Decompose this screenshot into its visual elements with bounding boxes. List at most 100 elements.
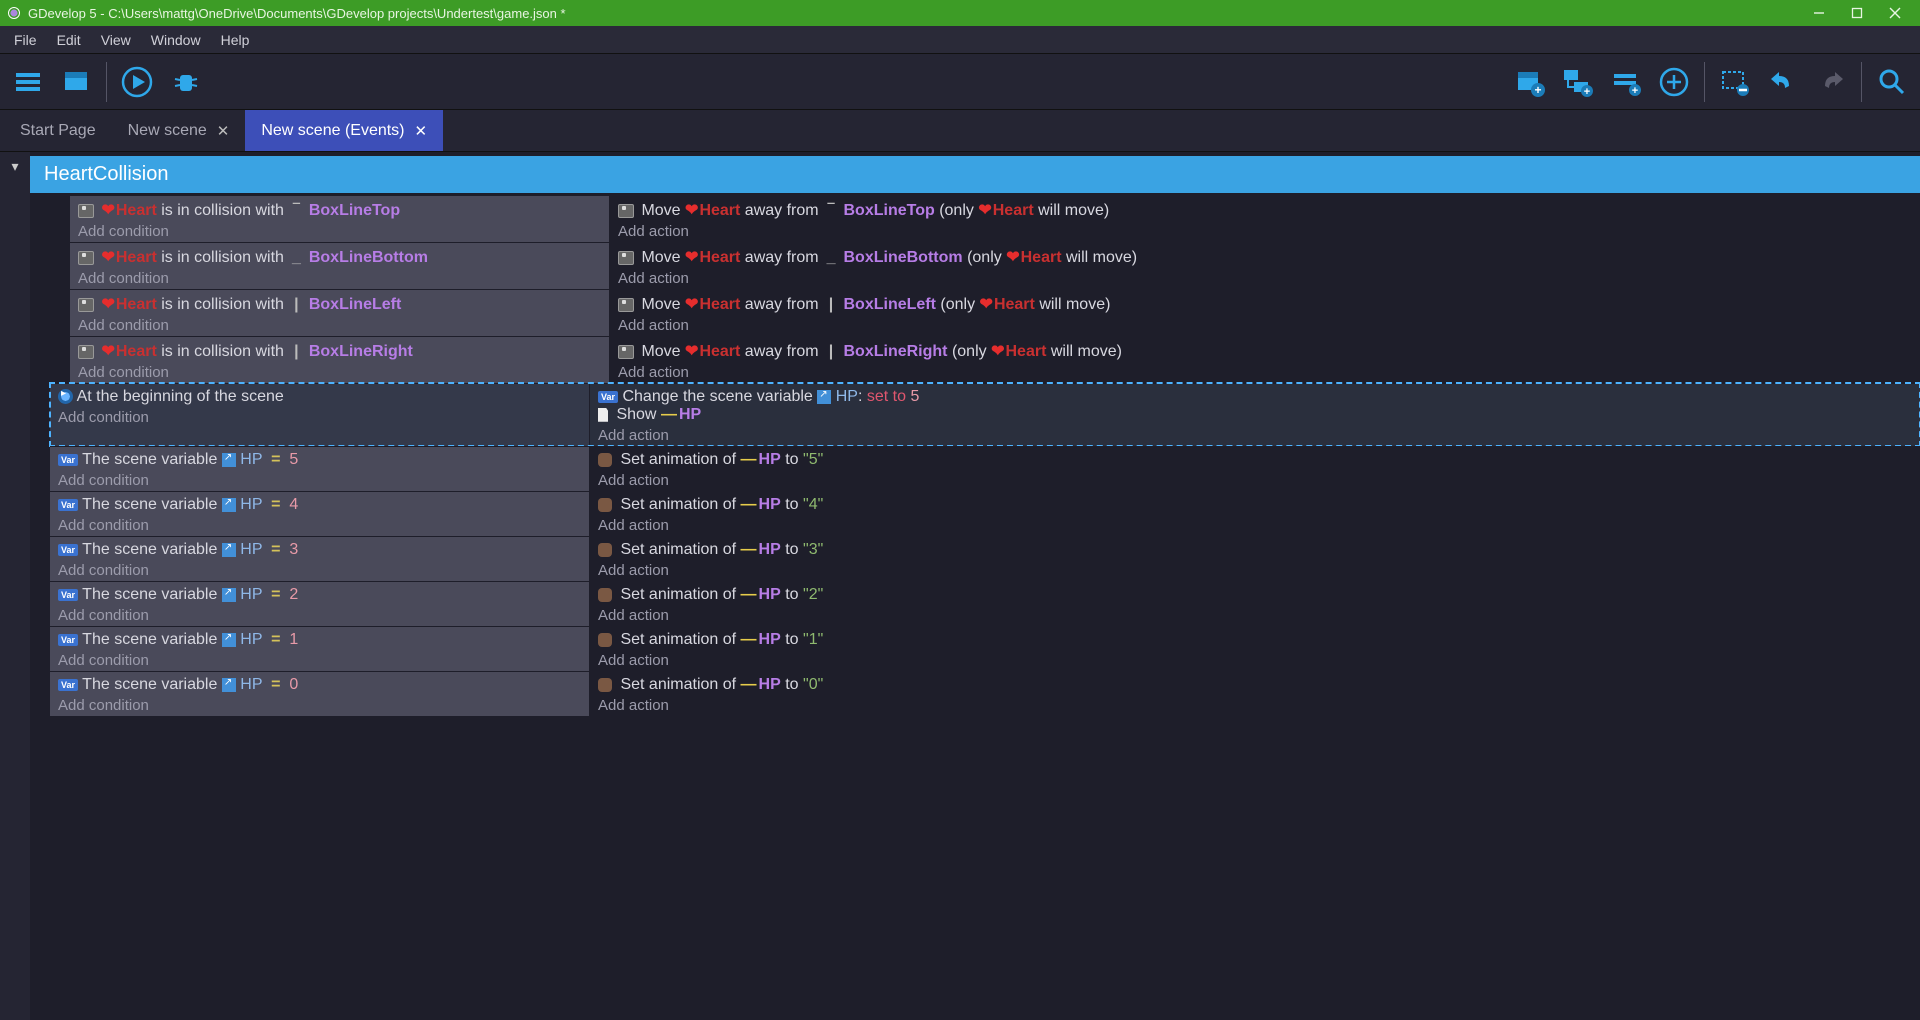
condition-line[interactable]: Var The scene variable HP = 0	[58, 676, 581, 694]
add-comment-button[interactable]: +	[1604, 60, 1648, 104]
add-action-link[interactable]: Add action	[598, 472, 1912, 489]
event-group-header[interactable]: HeartCollision	[30, 156, 1920, 193]
condition-line[interactable]: At the beginning of the scene	[58, 388, 581, 406]
minimize-button[interactable]	[1800, 0, 1838, 26]
action-line[interactable]: Move Heart away from ‾ BoxLineTop (only …	[618, 200, 1912, 220]
add-event-button[interactable]: +	[1508, 60, 1552, 104]
conditions-column[interactable]: Var The scene variable HP = 3 Add condit…	[50, 536, 590, 581]
add-condition-link[interactable]: Add condition	[58, 652, 581, 669]
add-condition-link[interactable]: Add condition	[58, 607, 581, 624]
condition-line[interactable]: Var The scene variable HP = 2	[58, 586, 581, 604]
add-condition-link[interactable]: Add condition	[78, 364, 601, 381]
actions-column[interactable]: Move Heart away from ‾ BoxLineTop (only …	[610, 195, 1920, 242]
event-row[interactable]: Var The scene variable HP = 4 Add condit…	[50, 491, 1920, 536]
action-line[interactable]: Move Heart away from | BoxLineLeft (only…	[618, 294, 1912, 314]
actions-column[interactable]: Move Heart away from | BoxLineRight (onl…	[610, 336, 1920, 383]
conditions-column[interactable]: Var The scene variable HP = 0 Add condit…	[50, 671, 590, 716]
close-window-button[interactable]	[1876, 0, 1914, 26]
action-line[interactable]: Move Heart away from | BoxLineRight (onl…	[618, 341, 1912, 361]
condition-line[interactable]: Var The scene variable HP = 1	[58, 631, 581, 649]
actions-column[interactable]: Set animation of HP to "4" Add action	[590, 491, 1920, 536]
event-row[interactable]: At the beginning of the scene Add condit…	[50, 383, 1920, 446]
condition-line[interactable]: Var The scene variable HP = 5	[58, 451, 581, 469]
add-action-link[interactable]: Add action	[618, 270, 1912, 287]
add-action-link[interactable]: Add action	[618, 364, 1912, 381]
action-line[interactable]: Set animation of HP to "4"	[598, 496, 1912, 514]
condition-line[interactable]: Var The scene variable HP = 3	[58, 541, 581, 559]
action-line[interactable]: Show HP	[598, 406, 1912, 424]
menu-file[interactable]: File	[4, 28, 47, 52]
event-row[interactable]: Var The scene variable HP = 2 Add condit…	[50, 581, 1920, 626]
actions-column[interactable]: Set animation of HP to "0" Add action	[590, 671, 1920, 716]
event-row[interactable]: Var The scene variable HP = 0 Add condit…	[50, 671, 1920, 716]
actions-column[interactable]: Var Change the scene variable HP: set to…	[590, 383, 1920, 446]
event-row[interactable]: Heart is in collision with | BoxLineRigh…	[70, 336, 1920, 383]
menu-help[interactable]: Help	[211, 28, 260, 52]
condition-line[interactable]: Heart is in collision with ‾ BoxLineTop	[78, 200, 601, 220]
export-button[interactable]	[54, 60, 98, 104]
tab-new-scene[interactable]: New scene ✕	[112, 110, 246, 151]
action-line[interactable]: Set animation of HP to "2"	[598, 586, 1912, 604]
add-action-link[interactable]: Add action	[598, 652, 1912, 669]
tab-start-page[interactable]: Start Page	[4, 110, 112, 151]
actions-column[interactable]: Set animation of HP to "3" Add action	[590, 536, 1920, 581]
action-line[interactable]: Set animation of HP to "0"	[598, 676, 1912, 694]
add-action-link[interactable]: Add action	[598, 562, 1912, 579]
actions-column[interactable]: Move Heart away from _ BoxLineBottom (on…	[610, 242, 1920, 289]
close-icon[interactable]: ✕	[217, 122, 230, 140]
conditions-column[interactable]: Var The scene variable HP = 4 Add condit…	[50, 491, 590, 536]
conditions-column[interactable]: Heart is in collision with ‾ BoxLineTop …	[70, 195, 610, 242]
add-condition-link[interactable]: Add condition	[58, 562, 581, 579]
project-manager-button[interactable]	[6, 60, 50, 104]
conditions-column[interactable]: Var The scene variable HP = 1 Add condit…	[50, 626, 590, 671]
actions-column[interactable]: Set animation of HP to "5" Add action	[590, 446, 1920, 491]
preview-button[interactable]	[115, 60, 159, 104]
condition-line[interactable]: Heart is in collision with | BoxLineRigh…	[78, 341, 601, 361]
add-condition-link[interactable]: Add condition	[58, 697, 581, 714]
event-row[interactable]: Var The scene variable HP = 5 Add condit…	[50, 446, 1920, 491]
action-line[interactable]: Set animation of HP to "3"	[598, 541, 1912, 559]
conditions-column[interactable]: Var The scene variable HP = 5 Add condit…	[50, 446, 590, 491]
action-line[interactable]: Set animation of HP to "5"	[598, 451, 1912, 469]
choose-event-button[interactable]	[1652, 60, 1696, 104]
condition-line[interactable]: Var The scene variable HP = 4	[58, 496, 581, 514]
actions-column[interactable]: Set animation of HP to "2" Add action	[590, 581, 1920, 626]
maximize-button[interactable]	[1838, 0, 1876, 26]
redo-button[interactable]	[1809, 60, 1853, 104]
conditions-column[interactable]: Heart is in collision with | BoxLineRigh…	[70, 336, 610, 383]
add-action-link[interactable]: Add action	[598, 697, 1912, 714]
add-action-link[interactable]: Add action	[598, 517, 1912, 534]
actions-column[interactable]: Move Heart away from | BoxLineLeft (only…	[610, 289, 1920, 336]
add-subevent-button[interactable]: +	[1556, 60, 1600, 104]
add-action-link[interactable]: Add action	[618, 317, 1912, 334]
actions-column[interactable]: Set animation of HP to "1" Add action	[590, 626, 1920, 671]
event-row[interactable]: Heart is in collision with | BoxLineLeft…	[70, 289, 1920, 336]
undo-button[interactable]	[1761, 60, 1805, 104]
add-action-link[interactable]: Add action	[618, 223, 1912, 240]
event-row[interactable]: Heart is in collision with ‾ BoxLineTop …	[70, 195, 1920, 242]
delete-event-button[interactable]	[1713, 60, 1757, 104]
event-row[interactable]: Heart is in collision with _ BoxLineBott…	[70, 242, 1920, 289]
add-condition-link[interactable]: Add condition	[58, 472, 581, 489]
action-line[interactable]: Var Change the scene variable HP: set to…	[598, 388, 1912, 406]
add-condition-link[interactable]: Add condition	[58, 409, 581, 426]
menu-view[interactable]: View	[91, 28, 141, 52]
add-condition-link[interactable]: Add condition	[78, 317, 601, 334]
add-action-link[interactable]: Add action	[598, 427, 1912, 444]
add-condition-link[interactable]: Add condition	[78, 270, 601, 287]
search-events-button[interactable]	[1870, 60, 1914, 104]
menu-window[interactable]: Window	[141, 28, 211, 52]
collapse-icon[interactable]: ▾	[11, 158, 18, 175]
action-line[interactable]: Move Heart away from _ BoxLineBottom (on…	[618, 247, 1912, 267]
conditions-column[interactable]: Var The scene variable HP = 2 Add condit…	[50, 581, 590, 626]
add-action-link[interactable]: Add action	[598, 607, 1912, 624]
close-icon[interactable]: ✕	[415, 122, 428, 140]
add-condition-link[interactable]: Add condition	[58, 517, 581, 534]
event-row[interactable]: Var The scene variable HP = 1 Add condit…	[50, 626, 1920, 671]
conditions-column[interactable]: Heart is in collision with _ BoxLineBott…	[70, 242, 610, 289]
event-row[interactable]: Var The scene variable HP = 3 Add condit…	[50, 536, 1920, 581]
debug-button[interactable]	[163, 60, 207, 104]
condition-line[interactable]: Heart is in collision with | BoxLineLeft	[78, 294, 601, 314]
add-condition-link[interactable]: Add condition	[78, 223, 601, 240]
conditions-column[interactable]: Heart is in collision with | BoxLineLeft…	[70, 289, 610, 336]
